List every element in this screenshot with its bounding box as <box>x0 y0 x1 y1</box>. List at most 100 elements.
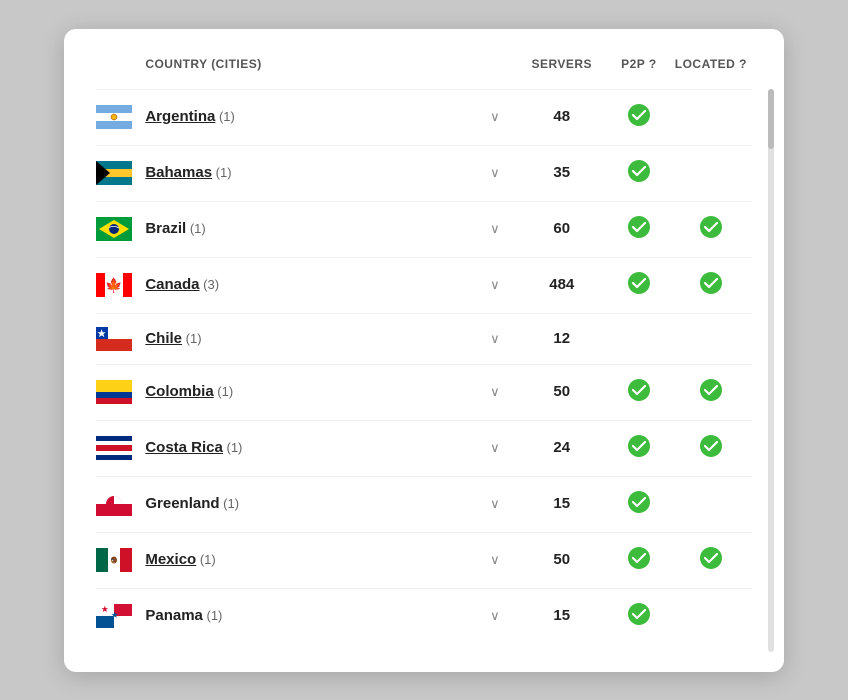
servers-value: 15 <box>553 607 570 624</box>
chevron-down-icon[interactable]: ∨ <box>490 384 500 399</box>
country-label: Greenland <box>145 495 219 512</box>
servers-count: 484 <box>515 257 608 313</box>
country-name-cell[interactable]: Colombia (1) <box>145 364 474 420</box>
check-icon <box>627 159 651 183</box>
check-icon <box>699 271 723 295</box>
scrollbar-thumb[interactable] <box>768 89 774 149</box>
chevron-down-icon[interactable]: ∨ <box>490 608 500 623</box>
flag-bahamas <box>96 145 145 201</box>
scrollbar-track[interactable] <box>768 89 774 652</box>
located-check <box>670 420 752 476</box>
chevron-down-icon[interactable]: ∨ <box>490 165 500 180</box>
p2p-check <box>608 532 670 588</box>
servers-count: 12 <box>515 313 608 364</box>
expand-chevron[interactable]: ∨ <box>474 364 515 420</box>
table-row: Brazil (1) ∨ 60 <box>96 201 752 257</box>
flag-greenland <box>96 476 145 532</box>
servers-value: 50 <box>553 551 570 568</box>
located-check <box>670 257 752 313</box>
country-label[interactable]: Colombia <box>145 383 213 400</box>
flag-colombia <box>96 364 145 420</box>
flag-brazil <box>96 201 145 257</box>
p2p-check <box>608 364 670 420</box>
check-icon <box>627 378 651 402</box>
located-check <box>670 476 752 532</box>
servers-count: 60 <box>515 201 608 257</box>
chevron-down-icon[interactable]: ∨ <box>490 331 500 346</box>
check-icon <box>627 434 651 458</box>
table-row: Colombia (1) ∨ 50 <box>96 364 752 420</box>
cities-count: (1) <box>196 552 216 567</box>
country-name-cell[interactable]: Mexico (1) <box>145 532 474 588</box>
expand-chevron[interactable]: ∨ <box>474 313 515 364</box>
cities-count: (1) <box>214 384 234 399</box>
country-label[interactable]: Costa Rica <box>145 439 223 456</box>
country-label: Panama <box>145 607 203 624</box>
country-label[interactable]: Chile <box>145 330 182 347</box>
country-label[interactable]: Bahamas <box>145 164 212 181</box>
col-header-p2p: P2P ? <box>608 57 670 90</box>
main-card: COUNTRY (CITIES) SERVERS P2P ? LOCATED ?… <box>64 29 784 672</box>
p2p-check <box>608 89 670 145</box>
col-header-servers: SERVERS <box>515 57 608 90</box>
table-row: Bahamas (1)∨35 <box>96 145 752 201</box>
country-name-cell[interactable]: Chile (1) <box>145 313 474 364</box>
check-icon <box>699 215 723 239</box>
chevron-down-icon[interactable]: ∨ <box>490 109 500 124</box>
located-check <box>670 532 752 588</box>
expand-chevron[interactable]: ∨ <box>474 257 515 313</box>
expand-chevron[interactable]: ∨ <box>474 201 515 257</box>
table-row: Chile (1) ∨ 12 <box>96 313 752 364</box>
cities-count: (1) <box>223 440 243 455</box>
check-icon <box>627 546 651 570</box>
chevron-down-icon[interactable]: ∨ <box>490 496 500 511</box>
expand-chevron[interactable]: ∨ <box>474 476 515 532</box>
servers-value: 12 <box>553 330 570 347</box>
country-label[interactable]: Canada <box>145 276 199 293</box>
p2p-check <box>608 588 670 644</box>
table-row: 🍁 Canada (3) ∨ 484 <box>96 257 752 313</box>
table-row: Costa Rica (1) ∨ 24 <box>96 420 752 476</box>
check-icon <box>627 215 651 239</box>
country-label[interactable]: Argentina <box>145 108 215 125</box>
countries-table: COUNTRY (CITIES) SERVERS P2P ? LOCATED ?… <box>96 57 752 644</box>
cities-count: (1) <box>212 165 232 180</box>
expand-chevron[interactable]: ∨ <box>474 145 515 201</box>
servers-value: 50 <box>553 383 570 400</box>
chevron-down-icon[interactable]: ∨ <box>490 552 500 567</box>
servers-count: 15 <box>515 588 608 644</box>
p2p-check <box>608 313 670 364</box>
cities-count: (1) <box>186 221 206 236</box>
country-name-cell[interactable]: Canada (3) <box>145 257 474 313</box>
col-header-flag <box>96 57 145 90</box>
svg-text:🍁: 🍁 <box>105 277 122 294</box>
country-name-cell[interactable]: Costa Rica (1) <box>145 420 474 476</box>
table-container: COUNTRY (CITIES) SERVERS P2P ? LOCATED ?… <box>64 29 784 672</box>
flag-canada: 🍁 <box>96 257 145 313</box>
p2p-check <box>608 257 670 313</box>
p2p-check <box>608 145 670 201</box>
chevron-down-icon[interactable]: ∨ <box>490 221 500 236</box>
expand-chevron[interactable]: ∨ <box>474 420 515 476</box>
located-check <box>670 588 752 644</box>
chevron-down-icon[interactable]: ∨ <box>490 440 500 455</box>
check-icon <box>627 490 651 514</box>
country-label[interactable]: Mexico <box>145 551 196 568</box>
country-name-cell[interactable]: Bahamas (1) <box>145 145 474 201</box>
country-label: Brazil <box>145 220 186 237</box>
flag-mexico: 🦅 <box>96 532 145 588</box>
col-header-located: LOCATED ? <box>670 57 752 90</box>
col-header-spacer <box>474 57 515 90</box>
servers-value: 24 <box>553 439 570 456</box>
expand-chevron[interactable]: ∨ <box>474 588 515 644</box>
flag-argentina <box>96 89 145 145</box>
country-name-cell[interactable]: Argentina (1) <box>145 89 474 145</box>
expand-chevron[interactable]: ∨ <box>474 89 515 145</box>
expand-chevron[interactable]: ∨ <box>474 532 515 588</box>
table-row: Panama (1)∨15 <box>96 588 752 644</box>
check-icon <box>699 378 723 402</box>
svg-text:🦅: 🦅 <box>111 557 117 564</box>
check-icon <box>699 546 723 570</box>
chevron-down-icon[interactable]: ∨ <box>490 277 500 292</box>
servers-value: 48 <box>553 108 570 125</box>
